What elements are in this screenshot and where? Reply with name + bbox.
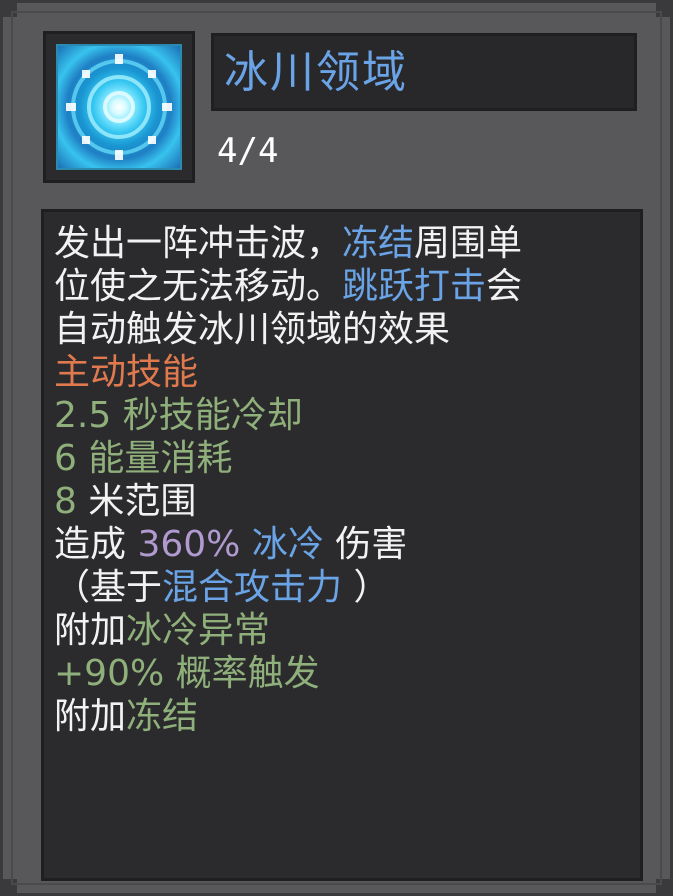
damage-element: 冰冷: [240, 524, 324, 565]
skill-icon-frame: [43, 31, 195, 183]
damage-prefix: 造成: [54, 524, 138, 565]
desc-text: 位使之无法移动。: [54, 266, 343, 307]
trigger-chance: +90% 概率触发: [54, 653, 320, 694]
skill-type: 主动技能: [54, 352, 199, 393]
range-value: 8: [54, 481, 77, 522]
description-line: 位使之无法移动。跳跃打击会: [54, 265, 634, 308]
based-close: ）: [342, 567, 390, 608]
energy-cost-stat: 6 能量消耗: [54, 438, 233, 479]
add-effect-freeze: 冻结: [126, 696, 199, 737]
cooldown-stat: 2.5 秒技能冷却: [54, 395, 303, 436]
add-prefix: 附加: [54, 696, 127, 737]
add-effect-chill: 冰冷异常: [126, 610, 271, 651]
based-on-line: （基于混合攻击力 ）: [54, 566, 634, 609]
add-prefix: 附加: [54, 610, 127, 651]
frame-corner: [3, 879, 17, 893]
desc-text: 会: [486, 266, 523, 307]
skill-title: 冰川领域: [224, 47, 408, 98]
based-stat: 混合攻击力: [162, 567, 343, 608]
keyword-leap-strike: 跳跃打击: [342, 266, 487, 307]
damage-value: 360%: [137, 524, 241, 565]
frame-corner: [656, 879, 670, 893]
damage-line: 造成 360% 冰冷 伤害: [54, 523, 634, 566]
frame-corner: [3, 3, 17, 17]
keyword-freeze: 冻结: [342, 223, 415, 264]
damage-suffix: 伤害: [323, 524, 408, 565]
range-stat: 8 米范围: [54, 480, 634, 523]
desc-text: 周围单: [414, 223, 523, 264]
based-open: （基于: [54, 567, 163, 608]
skill-description-box: 发出一阵冲击波，冻结周围单 位使之无法移动。跳跃打击会 自动触发冰川领域的效果 …: [41, 209, 643, 881]
skill-tooltip: 冰川领域 4/4 发出一阵冲击波，冻结周围单 位使之无法移动。跳跃打击会 自动触…: [0, 0, 673, 896]
frame-corner: [656, 3, 670, 17]
additional-effect-line: 附加冻结: [54, 695, 634, 738]
description-line: 发出一阵冲击波，冻结周围单: [54, 222, 634, 265]
skill-level: 4/4: [217, 131, 279, 171]
additional-effect-line: 附加冰冷异常: [54, 609, 634, 652]
description-line: 自动触发冰川领域的效果: [54, 309, 451, 350]
skill-title-box: 冰川领域: [211, 33, 637, 111]
ice-burst-icon: [56, 44, 182, 170]
range-label: 米范围: [76, 481, 197, 522]
desc-text: 发出一阵冲击波，: [54, 223, 343, 264]
